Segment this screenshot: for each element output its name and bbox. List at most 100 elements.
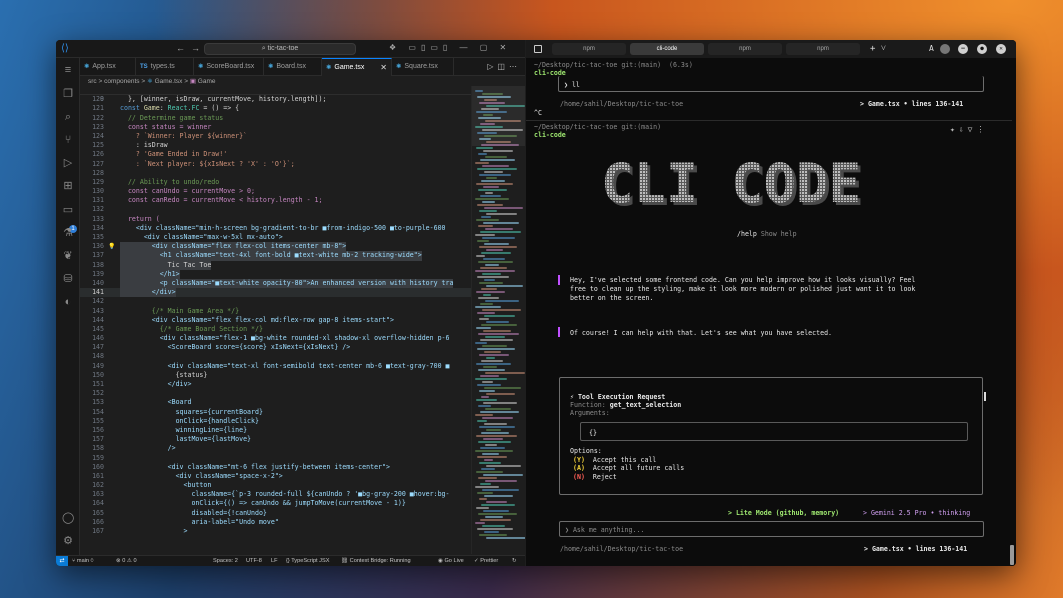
tab-game[interactable]: ⚛ Game.tsx ✕ xyxy=(322,58,392,76)
layout-controls-icon[interactable]: ❖ ▭▯▭▯ — ▢ ✕ xyxy=(389,43,511,52)
code-line[interactable]: 166 aria-label="Undo move" xyxy=(80,518,471,527)
run-debug-icon[interactable]: ▷ xyxy=(62,157,74,169)
terminal-scrollbar[interactable] xyxy=(1010,545,1014,565)
code-editor[interactable]: 9 const Game: React.FC = () => { 120 }, … xyxy=(80,86,471,554)
chat-input-box[interactable]: ❯ Ask me anything... xyxy=(559,521,984,537)
option-accept-all[interactable]: (A) Accept all future calls xyxy=(573,464,684,472)
minimize-icon[interactable]: – xyxy=(958,44,968,54)
extensions-icon[interactable]: ⊞ xyxy=(62,180,74,192)
tab-board[interactable]: ⚛ Board.tsx xyxy=(264,58,322,76)
minimap[interactable] xyxy=(471,86,525,554)
terminal-tab[interactable]: npm xyxy=(708,43,782,55)
code-line[interactable]: 146 <div className="flex-1 ■bg-white rou… xyxy=(80,334,471,343)
indentation-indicator[interactable]: Spaces: 2 xyxy=(213,556,238,566)
minimap-slider[interactable] xyxy=(472,86,525,146)
code-line[interactable]: 121 xyxy=(80,104,471,113)
code-line[interactable]: 162 <button xyxy=(80,481,471,490)
tab-types[interactable]: TS types.ts xyxy=(136,58,194,76)
code-line[interactable]: 161 <div className="space-x-2"> xyxy=(80,472,471,481)
code-line[interactable]: 140 <p className="■text-white opacity-80… xyxy=(80,278,471,289)
code-line[interactable]: 147 <ScoreBoard score={score} xIsNext={x… xyxy=(80,343,471,352)
option-reject[interactable]: (N) Reject xyxy=(573,473,617,481)
notifications-icon[interactable]: ↻ xyxy=(512,556,517,566)
menu-icon[interactable]: ≡ xyxy=(62,64,74,76)
problems-indicator[interactable]: ⊗ 0 ⚠ 0 xyxy=(116,556,137,566)
code-line[interactable]: 144 <div className="flex flex-col md:fle… xyxy=(80,316,471,325)
avatar[interactable] xyxy=(940,44,950,54)
go-live-button[interactable]: ◉ Go Live xyxy=(438,556,464,566)
code-line[interactable]: 158 /> xyxy=(80,444,471,453)
close-tab-icon[interactable]: ✕ xyxy=(380,59,387,76)
code-line[interactable]: 152 xyxy=(80,389,471,398)
code-line[interactable]: 133 return ( xyxy=(80,215,471,224)
account-icon[interactable]: ◯ xyxy=(62,512,74,524)
terminal-tab[interactable]: npm xyxy=(552,43,626,55)
code-line[interactable]: 128 xyxy=(80,169,471,178)
code-line[interactable]: 157 lastMove={lastMove} xyxy=(80,435,471,444)
code-line[interactable]: 142 xyxy=(80,297,471,306)
tab-app[interactable]: ⚛ App.tsx xyxy=(80,58,136,76)
nav-arrows-icon[interactable]: ←→ xyxy=(176,43,206,53)
close-window-icon[interactable]: ✕ xyxy=(996,44,1006,54)
database-icon[interactable]: ⛁ xyxy=(62,273,74,285)
tab-square[interactable]: ⚛ Square.tsx xyxy=(392,58,454,76)
lightbulb-icon[interactable]: 💡 xyxy=(108,242,115,251)
code-line[interactable]: 160 <div className="mt-6 flex justify-be… xyxy=(80,463,471,472)
model-indicator[interactable]: > Gemini 2.5 Pro • thinking xyxy=(863,509,970,517)
code-line[interactable]: 155 onClick={handleClick} xyxy=(80,417,471,426)
code-line[interactable]: 123 const status = winner xyxy=(80,123,471,132)
command-center-search[interactable]: ⌕ tic-tac-toe xyxy=(204,43,356,55)
breadcrumb-item[interactable]: Game xyxy=(198,78,216,85)
code-line[interactable]: 151 </div> xyxy=(80,380,471,389)
code-line[interactable]: 138 Tic Tac Toe xyxy=(80,260,471,270)
code-line[interactable]: 153 <Board xyxy=(80,398,471,407)
code-line[interactable]: 154 squares={currentBoard} xyxy=(80,408,471,417)
context-bridge-status[interactable]: ⛓ Context Bridge: Running xyxy=(341,556,411,566)
code-line[interactable]: 126 ? 'Game Ended in Draw!' xyxy=(80,150,471,159)
terminal-tab-active[interactable]: cli-code xyxy=(630,43,704,55)
maximize-icon[interactable]: ● xyxy=(977,44,987,54)
code-line[interactable]: 135 <div className="max-w-5xl mx-auto"> xyxy=(80,233,471,242)
code-line[interactable]: 127 : `Next player: ${xIsNext ? 'X' : 'O… xyxy=(80,160,471,169)
code-line[interactable]: 125 : isDraw xyxy=(80,141,471,150)
editor-actions-icon[interactable]: ▷◫⋯ xyxy=(487,58,521,76)
language-indicator[interactable]: {} TypeScript JSX xyxy=(286,556,329,566)
settings-gear-icon[interactable]: ⚙ xyxy=(62,535,74,547)
code-line[interactable]: 159 xyxy=(80,454,471,463)
code-line[interactable]: 134 <div className="min-h-screen bg-grad… xyxy=(80,224,471,233)
eol-indicator[interactable]: LF xyxy=(271,556,278,566)
code-line[interactable]: 137 <h1 className="text-4xl font-bold ■t… xyxy=(80,251,471,261)
docker-icon[interactable]: ❦ xyxy=(62,250,74,262)
option-accept[interactable]: (Y) Accept this call xyxy=(573,456,656,464)
breadcrumb-item[interactable]: src xyxy=(88,78,97,85)
code-line[interactable]: 132 xyxy=(80,205,471,214)
mode-indicator[interactable]: > Lite Mode (github, memory) xyxy=(728,509,839,517)
remote-icon[interactable]: ⇄ xyxy=(56,556,68,566)
code-line[interactable]: 145 {/* Game Board Section */} xyxy=(80,325,471,334)
code-line[interactable]: 129 // Ability to undo/redo xyxy=(80,178,471,187)
branch-indicator[interactable]: ⑂ main ⟳ xyxy=(72,556,94,566)
code-line[interactable]: 130 const canUndo = currentMove > 0; xyxy=(80,187,471,196)
git-graph-icon[interactable]: ◐ xyxy=(62,296,74,308)
terminal-tab[interactable]: npm xyxy=(786,43,860,55)
code-line[interactable]: 122 // Determine game status xyxy=(80,114,471,123)
code-line[interactable]: 150 {status} xyxy=(80,371,471,380)
code-line[interactable]: 139 </h1> xyxy=(80,269,471,279)
code-line[interactable]: 156 winningLine={line} xyxy=(80,426,471,435)
code-line[interactable]: 120 }, [winner, isDraw, currentMove, his… xyxy=(80,95,471,104)
arc-logo-icon[interactable]: A xyxy=(929,44,934,53)
code-line[interactable]: 165 disabled={!canUndo} xyxy=(80,509,471,518)
new-tab-icon[interactable]: + ˅ xyxy=(870,43,886,55)
code-line[interactable]: 131 const canRedo = currentMove < histor… xyxy=(80,196,471,205)
code-line[interactable]: 164 onClick={() => canUndo && jumpToMove… xyxy=(80,499,471,508)
breadcrumb-item[interactable]: components xyxy=(104,78,139,85)
testing-icon[interactable]: ⚗ xyxy=(62,227,74,239)
code-line[interactable]: 136 💡 <div className="flex flex-col items… xyxy=(80,242,471,252)
remote-explorer-icon[interactable]: ▭ xyxy=(62,204,74,216)
source-control-icon[interactable]: ⑂ xyxy=(62,134,74,146)
breadcrumb-item[interactable]: Game.tsx xyxy=(155,78,183,85)
code-line[interactable]: 149 <div className="text-xl font-semibol… xyxy=(80,362,471,371)
code-line[interactable]: 143 {/* Main Game Area */} xyxy=(80,307,471,316)
code-line[interactable]: 148 xyxy=(80,352,471,361)
code-line[interactable]: 124 ? `Winner: Player ${winner}` xyxy=(80,132,471,141)
